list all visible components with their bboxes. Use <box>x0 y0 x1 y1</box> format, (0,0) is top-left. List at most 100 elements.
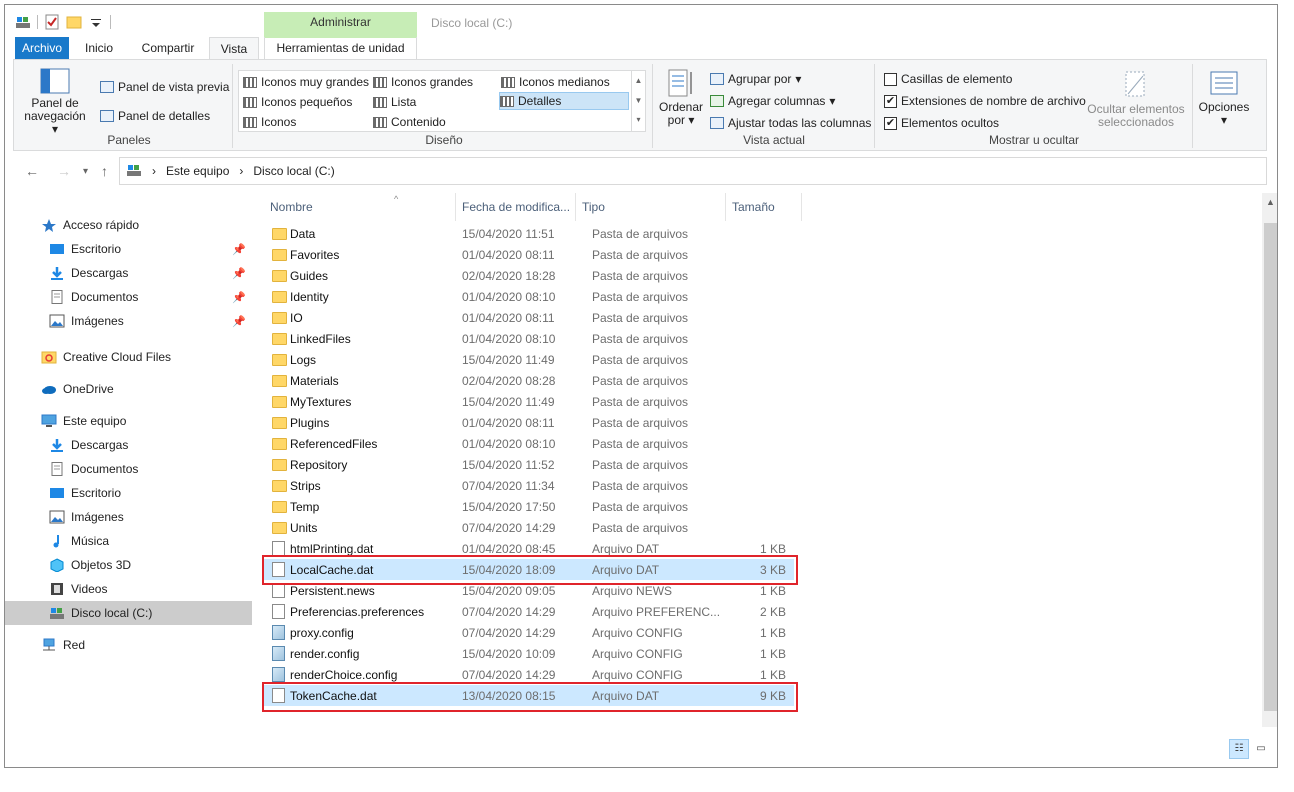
tab-archivo[interactable]: Archivo <box>15 37 69 59</box>
preview-pane-button[interactable]: Panel de vista previa <box>100 80 229 94</box>
chevron-up-icon[interactable]: ▲ <box>632 71 645 91</box>
chevron-down-icon[interactable]: ▼ <box>632 91 645 111</box>
details-view-icon[interactable]: ☷ <box>1229 739 1249 759</box>
column-header-nombre[interactable]: Nombre ^ <box>264 193 456 221</box>
sidebar-item-este-equipo[interactable]: Este equipo <box>5 409 252 433</box>
recent-locations-icon[interactable]: ▾ <box>83 166 88 177</box>
options-button[interactable]: Opciones ▾ <box>1196 70 1252 127</box>
checkbox-checked[interactable]: ✔ <box>884 94 897 108</box>
file-row[interactable]: Plugins 01/04/2020 08:11 Pasta de arquivos <box>264 412 794 433</box>
file-row[interactable]: TokenCache.dat 13/04/2020 08:15 Arquivo DA… <box>264 685 794 706</box>
layout-medium-icons[interactable]: Iconos medianos <box>501 73 610 91</box>
more-icon[interactable]: ▾ <box>632 111 645 129</box>
column-header-fecha[interactable]: Fecha de modifica... <box>456 193 576 221</box>
sidebar-item-documentos-pc[interactable]: Documentos <box>5 457 252 481</box>
address-bar[interactable]: › Este equipo › Disco local (C:) <box>119 157 1267 185</box>
layout-content[interactable]: Contenido <box>373 113 446 131</box>
hide-selected-button[interactable]: Ocultar elementos seleccionados <box>1082 70 1190 129</box>
sidebar-item-descargas[interactable]: Descargas 📌 <box>5 261 252 285</box>
back-arrow-icon[interactable]: ← <box>25 163 39 179</box>
tab-inicio[interactable]: Inicio <box>77 37 121 59</box>
file-row[interactable]: IO 01/04/2020 08:11 Pasta de arquivos <box>264 307 794 328</box>
file-extensions-toggle[interactable]: ✔ Extensiones de nombre de archivo <box>884 94 1086 108</box>
file-row[interactable]: LocalCache.dat 15/04/2020 18:09 Arquivo DA… <box>264 559 794 580</box>
layout-large-icons[interactable]: Iconos grandes <box>373 73 473 91</box>
file-row[interactable]: ReferencedFiles 01/04/2020 08:10 Pasta de … <box>264 433 794 454</box>
file-row[interactable]: Strips 07/04/2020 11:34 Pasta de arquivos <box>264 475 794 496</box>
tab-herramientas-de-unidad[interactable]: Herramientas de unidad <box>264 37 417 59</box>
pin-icon[interactable]: 📌 <box>232 291 246 304</box>
file-row[interactable]: Guides 02/04/2020 18:28 Pasta de arquivos <box>264 265 794 286</box>
file-row[interactable]: Favorites 01/04/2020 08:11 Pasta de arquiv… <box>264 244 794 265</box>
sidebar-item-acceso-rapido[interactable]: Acceso rápido <box>5 213 252 237</box>
sidebar-item-onedrive[interactable]: OneDrive <box>5 377 252 401</box>
large-icons-view-icon[interactable]: ▭ <box>1251 739 1271 759</box>
column-header-tamano[interactable]: Tamaño <box>726 193 802 221</box>
scrollbar-thumb[interactable] <box>1264 223 1277 711</box>
breadcrumb-separator-icon[interactable]: › <box>239 164 243 178</box>
tab-vista[interactable]: Vista <box>209 37 259 59</box>
pin-icon[interactable]: 📌 <box>232 315 246 328</box>
details-pane-button[interactable]: Panel de detalles <box>100 109 210 123</box>
context-tab-administrar[interactable]: Administrar <box>264 12 417 38</box>
file-row[interactable]: LinkedFiles 01/04/2020 08:10 Pasta de arqu… <box>264 328 794 349</box>
file-row[interactable]: htmlPrinting.dat 01/04/2020 08:45 Arquivo … <box>264 538 794 559</box>
layout-extra-large-icons[interactable]: Iconos muy grandes <box>243 73 369 91</box>
sidebar-item-musica[interactable]: Música <box>5 529 252 553</box>
breadcrumb-disco-local[interactable]: Disco local (C:) <box>253 164 334 178</box>
file-row[interactable]: renderChoice.config 07/04/2020 14:29 Arqui… <box>264 664 794 685</box>
sidebar-item-escritorio[interactable]: Escritorio 📌 <box>5 237 252 261</box>
sidebar-item-documentos[interactable]: Documentos 📌 <box>5 285 252 309</box>
group-by-button[interactable]: Agrupar por ▾ <box>710 72 801 86</box>
checkbox-unchecked[interactable] <box>884 72 897 86</box>
breadcrumb-este-equipo[interactable]: Este equipo <box>166 164 229 178</box>
file-row[interactable]: Data 15/04/2020 11:51 Pasta de arquivos <box>264 223 794 244</box>
sidebar-item-red[interactable]: Red <box>5 633 252 657</box>
file-row[interactable]: Logs 15/04/2020 11:49 Pasta de arquivos <box>264 349 794 370</box>
file-row[interactable]: Persistent.news 15/04/2020 09:05 Arquivo N… <box>264 580 794 601</box>
column-header-tipo[interactable]: Tipo <box>576 193 726 221</box>
sidebar-item-videos[interactable]: Videos <box>5 577 252 601</box>
file-row[interactable]: Temp 15/04/2020 17:50 Pasta de arquivos <box>264 496 794 517</box>
file-row[interactable]: Preferencias.preferences 07/04/2020 14:29… <box>264 601 794 622</box>
layout-gallery-scroll[interactable]: ▲ ▼ ▾ <box>631 71 645 131</box>
sidebar-item-disco-local[interactable]: Disco local (C:) <box>5 601 252 625</box>
scroll-up-icon[interactable]: ▲ <box>1262 197 1277 207</box>
tab-compartir[interactable]: Compartir <box>133 37 203 59</box>
vertical-scrollbar[interactable]: ▲ <box>1262 193 1277 727</box>
file-row[interactable]: Units 07/04/2020 14:29 Pasta de arquivos <box>264 517 794 538</box>
file-row[interactable]: proxy.config 07/04/2020 14:29 Arquivo CONF… <box>264 622 794 643</box>
layout-details[interactable]: Detalles <box>499 92 629 110</box>
drive-icon[interactable] <box>15 14 31 30</box>
file-row[interactable]: render.config 15/04/2020 10:09 Arquivo CON… <box>264 643 794 664</box>
forward-arrow-icon[interactable]: → <box>57 163 71 179</box>
fit-columns-button[interactable]: Ajustar todas las columnas <box>710 116 871 130</box>
navigation-pane-button[interactable]: Panel de navegación ▾ <box>20 68 90 136</box>
customize-toolbar-icon[interactable] <box>88 14 104 30</box>
item-checkboxes-toggle[interactable]: Casillas de elemento <box>884 72 1012 86</box>
hidden-items-toggle[interactable]: ✔ Elementos ocultos <box>884 116 999 130</box>
sort-by-button[interactable]: Ordenar por ▾ <box>656 68 706 127</box>
file-row[interactable]: Repository 15/04/2020 11:52 Pasta de arqui… <box>264 454 794 475</box>
file-row[interactable]: Identity 01/04/2020 08:10 Pasta de arquivo… <box>264 286 794 307</box>
sidebar-item-objetos-3d[interactable]: Objetos 3D <box>5 553 252 577</box>
sidebar-item-descargas-pc[interactable]: Descargas <box>5 433 252 457</box>
up-arrow-icon[interactable]: ↑ <box>101 163 108 179</box>
layout-list[interactable]: Lista <box>373 93 416 111</box>
file-row[interactable]: MyTextures 15/04/2020 11:49 Pasta de arqui… <box>264 391 794 412</box>
add-columns-button[interactable]: Agregar columnas ▾ <box>710 94 835 108</box>
properties-icon[interactable] <box>44 14 60 30</box>
pin-icon[interactable]: 📌 <box>232 267 246 280</box>
sidebar-item-escritorio-pc[interactable]: Escritorio <box>5 481 252 505</box>
checkbox-checked[interactable]: ✔ <box>884 116 897 130</box>
sidebar-item-imagenes[interactable]: Imágenes 📌 <box>5 309 252 333</box>
file-row[interactable]: Materials 02/04/2020 08:28 Pasta de arquiv… <box>264 370 794 391</box>
sidebar-item-imagenes-pc[interactable]: Imágenes <box>5 505 252 529</box>
layout-small-icons[interactable]: Iconos pequeños <box>243 93 352 111</box>
layout-icons[interactable]: Iconos <box>243 113 296 131</box>
hide-selected-label-2: seleccionados <box>1097 115 1175 129</box>
pin-icon[interactable]: 📌 <box>232 243 246 256</box>
sidebar-item-creative-cloud-files[interactable]: Creative Cloud Files <box>5 345 252 369</box>
new-folder-icon[interactable] <box>66 14 82 30</box>
breadcrumb-separator-icon[interactable]: › <box>152 164 156 178</box>
